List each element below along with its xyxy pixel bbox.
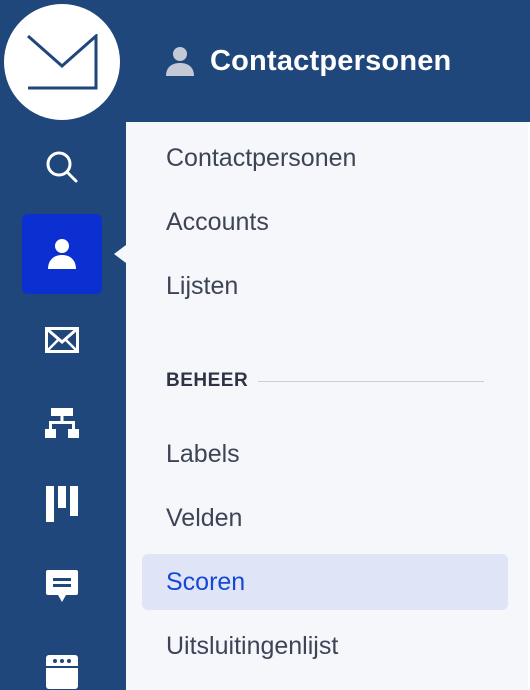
logo[interactable]: [4, 4, 120, 120]
person-icon: [166, 47, 194, 76]
section-divider: [258, 380, 484, 382]
nav-item-lijsten[interactable]: Lijsten: [166, 270, 238, 302]
rail-website-button[interactable]: [22, 632, 102, 690]
rail-search-button[interactable]: [22, 127, 102, 207]
nav-item-velden[interactable]: Velden: [166, 502, 242, 534]
envelope-icon: [45, 327, 79, 353]
nav-item-accounts[interactable]: Accounts: [166, 206, 269, 238]
browser-icon: [46, 655, 78, 689]
rail-campaigns-button[interactable]: [22, 300, 102, 380]
person-icon: [48, 239, 76, 269]
nav-item-scoren[interactable]: Scoren: [166, 566, 245, 598]
search-icon: [46, 151, 78, 183]
rail-contacts-button[interactable]: [22, 214, 102, 294]
left-rail: [0, 0, 126, 690]
page-title: Contactpersonen: [210, 44, 452, 77]
chat-icon: [46, 570, 78, 602]
active-pointer: [114, 245, 126, 263]
rail-conversations-button[interactable]: [22, 547, 102, 627]
section-title: BEHEER: [166, 370, 249, 391]
rail-automations-button[interactable]: [22, 383, 102, 463]
header-bar: Contactpersonen: [126, 0, 530, 122]
sitemap-icon: [45, 408, 79, 438]
section-header-beheer: BEHEER: [166, 370, 484, 392]
app-window: Contactpersonen Contactpersonen Accounts…: [0, 0, 530, 690]
envelope-logo-icon: [27, 34, 98, 90]
nav-item-uitsluitingenlijst[interactable]: Uitsluitingenlijst: [166, 630, 338, 662]
pipeline-icon: [46, 486, 78, 522]
rail-deals-button[interactable]: [22, 464, 102, 544]
nav-item-labels[interactable]: Labels: [166, 438, 240, 470]
nav-panel: Contactpersonen Accounts Lijsten BEHEER …: [126, 122, 528, 690]
nav-item-contactpersonen[interactable]: Contactpersonen: [166, 142, 356, 174]
